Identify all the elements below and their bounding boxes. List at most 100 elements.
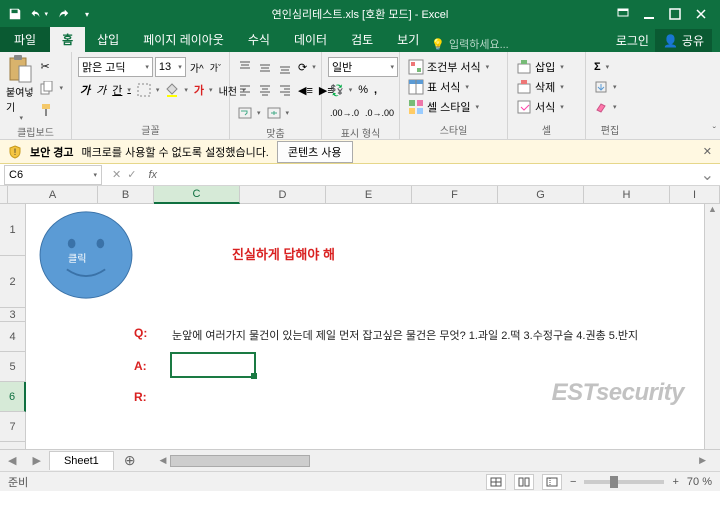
autosum-button[interactable]: Σ▾ xyxy=(592,57,619,77)
redo-icon[interactable] xyxy=(54,5,72,23)
copy-button[interactable]: ▾ xyxy=(38,78,65,98)
align-center-button[interactable] xyxy=(256,80,274,100)
bold-button[interactable]: 가 xyxy=(78,80,92,100)
wrap-text-button[interactable]: ▾ xyxy=(236,103,263,123)
zoom-thumb[interactable] xyxy=(610,476,618,488)
enter-formula-button[interactable]: ✓ xyxy=(127,168,136,181)
underline-button[interactable]: 간▾ xyxy=(110,80,133,100)
table-format-button[interactable]: 표 서식▾ xyxy=(406,77,491,97)
border-button[interactable]: ▾ xyxy=(135,80,162,100)
zoom-level[interactable]: 70 % xyxy=(687,476,712,488)
ribbon-options-icon[interactable] xyxy=(612,4,634,24)
qat-customize-icon[interactable]: ▾ xyxy=(78,5,96,23)
comma-button[interactable]: , xyxy=(372,80,379,100)
number-format-select[interactable]: 일반▾ xyxy=(328,57,398,77)
hscroll-thumb[interactable] xyxy=(170,455,310,467)
row-header-5[interactable]: 5 xyxy=(0,352,25,382)
cut-button[interactable]: ✂ xyxy=(38,56,65,76)
row-header-3[interactable]: 3 xyxy=(0,308,25,322)
tab-data[interactable]: 데이터 xyxy=(282,27,339,52)
col-header-G[interactable]: G xyxy=(498,186,584,203)
italic-button[interactable]: 가 xyxy=(94,80,108,100)
login-link[interactable]: 로그인 xyxy=(616,32,649,49)
col-header-B[interactable]: B xyxy=(98,186,154,203)
font-size-select[interactable]: 13▾ xyxy=(155,57,186,77)
percent-button[interactable]: % xyxy=(356,80,370,100)
fill-button[interactable]: ▾ xyxy=(592,77,619,97)
row-header-4[interactable]: 4 xyxy=(0,322,25,352)
fx-icon[interactable]: fx xyxy=(142,169,163,181)
close-button[interactable] xyxy=(690,4,712,24)
zoom-out-button[interactable]: − xyxy=(570,476,576,488)
select-all-corner[interactable] xyxy=(0,186,8,203)
col-header-H[interactable]: H xyxy=(584,186,670,203)
sheet-tab-sheet1[interactable]: Sheet1 xyxy=(49,451,114,470)
col-header-E[interactable]: E xyxy=(326,186,412,203)
align-left-button[interactable] xyxy=(236,80,254,100)
tab-formulas[interactable]: 수식 xyxy=(236,27,282,52)
font-name-select[interactable]: 맑은 고딕▾ xyxy=(78,57,153,77)
collapse-ribbon-button[interactable]: ˇ xyxy=(713,126,716,137)
minimize-button[interactable] xyxy=(638,4,660,24)
share-button[interactable]: 👤 공유 xyxy=(655,29,712,52)
page-layout-view-button[interactable] xyxy=(514,474,534,490)
tab-home[interactable]: 홈 xyxy=(50,27,85,52)
increase-decimal-button[interactable]: .00→.0 xyxy=(328,103,361,123)
security-close-button[interactable]: ✕ xyxy=(703,145,712,158)
sheet-nav-prev[interactable]: ◀ xyxy=(0,454,24,467)
cells-grid[interactable]: 클릭 진실하게 답해야 해 Q: 눈앞에 여러가지 물건이 있는데 제일 먼저 … xyxy=(26,204,704,449)
insert-cells-button[interactable]: 삽입▾ xyxy=(514,57,566,77)
expand-formula-bar-button[interactable]: ⌄ xyxy=(695,165,720,185)
col-header-A[interactable]: A xyxy=(8,186,98,203)
maximize-button[interactable] xyxy=(664,4,686,24)
vscrollbar[interactable]: ▲ xyxy=(704,204,720,449)
formula-input[interactable] xyxy=(163,165,695,185)
name-box[interactable]: C6▾ xyxy=(4,165,102,185)
zoom-in-button[interactable]: + xyxy=(672,476,678,488)
hscrollbar[interactable]: ◀ ▶ xyxy=(146,455,720,467)
col-header-I[interactable]: I xyxy=(670,186,720,203)
col-header-D[interactable]: D xyxy=(240,186,326,203)
tab-page-layout[interactable]: 페이지 레이아웃 xyxy=(131,27,236,52)
cell-styles-button[interactable]: 셀 스타일▾ xyxy=(406,97,491,117)
tab-file[interactable]: 파일 xyxy=(0,27,50,52)
orientation-button[interactable]: ⟳▾ xyxy=(296,57,318,77)
increase-font-button[interactable]: 가^ xyxy=(188,57,206,77)
col-header-F[interactable]: F xyxy=(412,186,498,203)
zoom-slider[interactable] xyxy=(584,480,664,484)
undo-icon[interactable]: ▾ xyxy=(30,5,48,23)
page-break-view-button[interactable] xyxy=(542,474,562,490)
normal-view-button[interactable] xyxy=(486,474,506,490)
tab-review[interactable]: 검토 xyxy=(339,27,385,52)
enable-content-button[interactable]: 콘텐츠 사용 xyxy=(277,141,353,163)
row-header-7[interactable]: 7 xyxy=(0,412,25,442)
align-top-button[interactable] xyxy=(236,57,254,77)
align-right-button[interactable] xyxy=(276,80,294,100)
fill-handle[interactable] xyxy=(251,373,257,379)
fill-color-button[interactable]: ▾ xyxy=(163,80,190,100)
tab-view[interactable]: 보기 xyxy=(385,27,431,52)
clear-button[interactable]: ▾ xyxy=(592,97,619,117)
row-header-1[interactable]: 1 xyxy=(0,204,25,256)
merge-button[interactable]: ▾ xyxy=(265,103,292,123)
row-header-2[interactable]: 2 xyxy=(0,256,25,308)
sheet-nav-next[interactable]: ▶ xyxy=(24,454,48,467)
format-cells-button[interactable]: 서식▾ xyxy=(514,97,566,117)
decrease-font-button[interactable]: 가ˇ xyxy=(208,57,223,77)
active-cell[interactable] xyxy=(170,352,256,378)
add-sheet-button[interactable]: ⊕ xyxy=(114,452,146,469)
col-header-C[interactable]: C xyxy=(154,186,240,204)
cancel-formula-button[interactable]: ✕ xyxy=(112,168,121,181)
font-color-button[interactable]: 가▾ xyxy=(192,80,215,100)
tab-insert[interactable]: 삽입 xyxy=(85,27,131,52)
align-middle-button[interactable] xyxy=(256,57,274,77)
format-painter-button[interactable] xyxy=(38,100,65,120)
paste-button[interactable]: 붙여넣기 ▾ xyxy=(6,54,34,122)
align-bottom-button[interactable] xyxy=(276,57,294,77)
accounting-format-button[interactable]: 💱▾ xyxy=(328,80,354,100)
row-header-6[interactable]: 6 xyxy=(0,382,26,412)
decrease-decimal-button[interactable]: .0→.00 xyxy=(363,103,396,123)
tell-me-search[interactable]: 💡 입력하세요... xyxy=(431,36,508,52)
worksheet[interactable]: 1234567 클릭 진실하게 답해야 해 Q: 눈앞에 여러가지 물건이 있는… xyxy=(0,204,720,449)
delete-cells-button[interactable]: 삭제▾ xyxy=(514,77,566,97)
